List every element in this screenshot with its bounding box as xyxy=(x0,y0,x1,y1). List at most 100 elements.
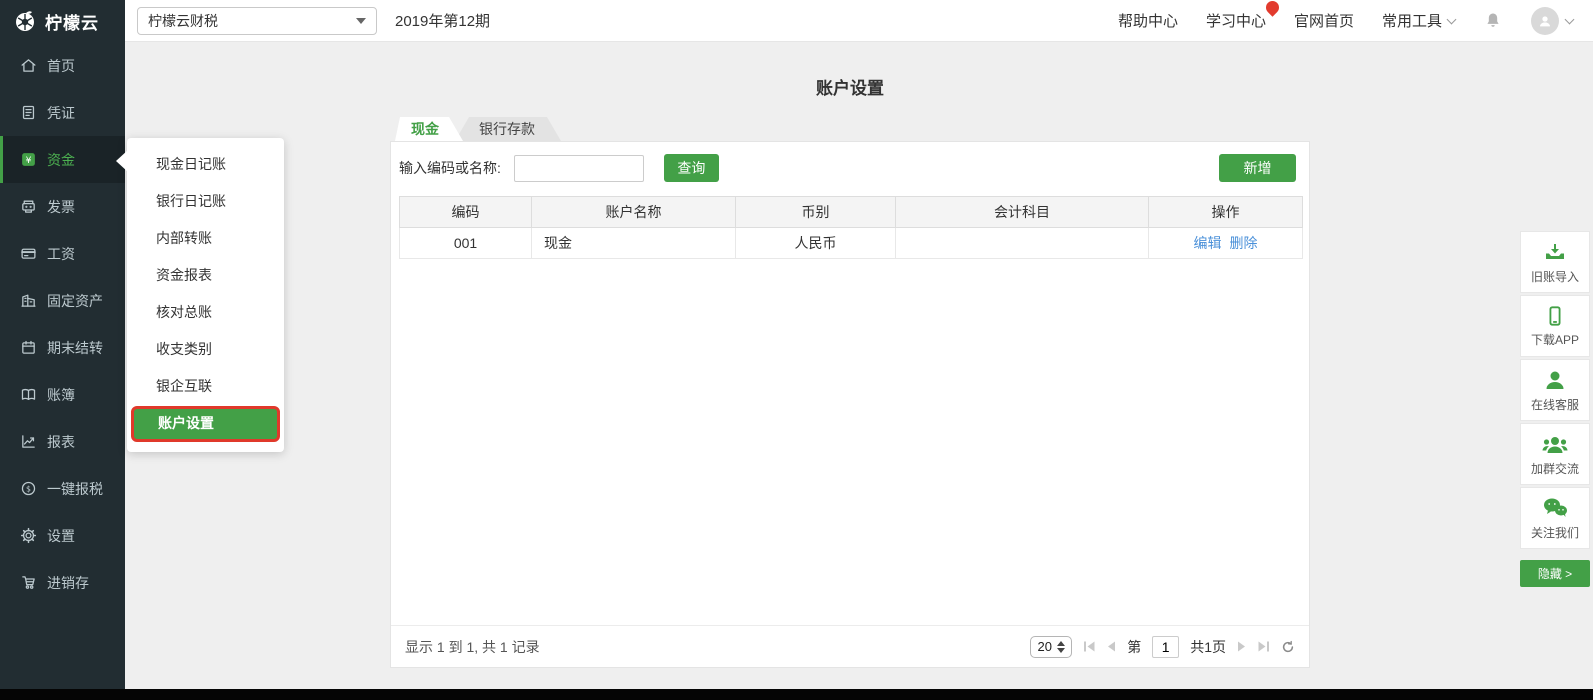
page-first-icon[interactable] xyxy=(1083,641,1096,652)
page-prev-icon[interactable] xyxy=(1107,641,1116,652)
tab-cash[interactable]: 现金 xyxy=(395,117,463,141)
settings-icon xyxy=(20,527,37,544)
sidebar-item-label: 设置 xyxy=(47,527,75,544)
chevron-down-icon xyxy=(1564,14,1575,24)
user-menu[interactable] xyxy=(1531,6,1575,35)
col-header-actions: 操作 xyxy=(1148,196,1303,228)
sidebar-item-settings[interactable]: 设置 xyxy=(0,512,125,559)
panel-toolbar: 输入编码或名称: 查询 新增 xyxy=(391,142,1309,194)
chevron-down-icon xyxy=(1446,14,1457,24)
product-select-value: 柠檬云财税 xyxy=(148,12,218,29)
tax-icon: $ xyxy=(20,480,37,497)
sidebar-item-label: 进销存 xyxy=(47,574,89,591)
query-button[interactable]: 查询 xyxy=(663,154,719,182)
submenu-item-cash-journal[interactable]: 现金日记账 xyxy=(127,146,284,183)
learn-center-link[interactable]: 学习中心 xyxy=(1206,0,1282,31)
cell-actions: 编辑 删除 xyxy=(1148,227,1303,259)
common-tools-label: 常用工具 xyxy=(1381,13,1442,30)
page-prefix-label: 第 xyxy=(1127,638,1142,655)
hot-badge xyxy=(1263,0,1282,17)
help-center-link[interactable]: 帮助中心 xyxy=(1118,10,1178,31)
hide-toolbar-button[interactable]: 隐藏 > xyxy=(1520,560,1590,587)
svg-text:¥: ¥ xyxy=(26,155,32,166)
common-tools-menu[interactable]: 常用工具 xyxy=(1381,10,1457,31)
total-pages-label: 共1页 xyxy=(1190,638,1226,655)
reports-icon xyxy=(20,433,37,450)
sidebar-item-label: 账簿 xyxy=(47,386,75,403)
sidebar-item-assets[interactable]: 固定资产 xyxy=(0,277,125,324)
page-next-icon[interactable] xyxy=(1237,641,1246,652)
page-size-select[interactable]: 20 xyxy=(1030,635,1073,658)
table-header-row: 编码 账户名称 币别 会计科目 操作 xyxy=(399,196,1303,228)
tab-bank-deposit[interactable]: 银行存款 xyxy=(455,117,561,141)
account-tabs: 现金 银行存款 xyxy=(395,117,561,141)
submenu-item-internal-transfer[interactable]: 内部转账 xyxy=(127,220,284,257)
home-icon xyxy=(20,57,37,74)
sidebar-item-reports[interactable]: 报表 xyxy=(0,418,125,465)
col-header-currency: 币别 xyxy=(735,196,896,228)
sidebar-item-voucher[interactable]: 凭证 xyxy=(0,89,125,136)
sidebar-item-label: 报表 xyxy=(47,433,75,450)
search-input[interactable] xyxy=(513,154,644,182)
import-icon xyxy=(1543,240,1567,264)
sidebar-item-books[interactable]: 账簿 xyxy=(0,371,125,418)
carryover-icon xyxy=(20,339,37,356)
submenu-item-bank-enterprise-link[interactable]: 银企互联 xyxy=(127,368,284,405)
wechat-icon xyxy=(1542,496,1568,520)
group-icon xyxy=(1542,432,1568,456)
cell-subject xyxy=(895,227,1149,259)
product-select[interactable]: 柠檬云财税 xyxy=(137,6,377,35)
sidebar-item-label: 期末结转 xyxy=(47,339,103,356)
sidebar-item-tax[interactable]: $ 一键报税 xyxy=(0,465,125,512)
invoice-icon xyxy=(20,198,37,215)
sidebar-item-invoice[interactable]: 发票 xyxy=(0,183,125,230)
cell-currency: 人民币 xyxy=(735,227,896,259)
delete-link[interactable]: 删除 xyxy=(1230,233,1258,253)
sidebar-item-carryover[interactable]: 期末结转 xyxy=(0,324,125,371)
refresh-icon[interactable] xyxy=(1281,640,1295,654)
funds-submenu: 现金日记账 银行日记账 内部转账 资金报表 核对总账 收支类别 银企互联 账户设… xyxy=(116,138,284,452)
topbar: 柠檬云财税 2019年第12期 帮助中心 学习中心 官网首页 常用工具 xyxy=(125,0,1593,42)
sidebar-item-label: 首页 xyxy=(47,57,75,74)
submenu-item-funds-report[interactable]: 资金报表 xyxy=(127,257,284,294)
rail-label: 加群交流 xyxy=(1530,461,1579,476)
page-size-value: 20 xyxy=(1037,639,1052,654)
add-button[interactable]: 新增 xyxy=(1219,154,1296,182)
page-number-input[interactable] xyxy=(1152,635,1180,658)
sidebar-item-label: 工资 xyxy=(47,245,75,262)
page-last-icon[interactable] xyxy=(1257,641,1270,652)
sidebar-item-inventory[interactable]: 进销存 xyxy=(0,559,125,606)
funds-icon: ¥ xyxy=(20,151,37,168)
rail-label: 关注我们 xyxy=(1530,525,1579,540)
sidebar-item-home[interactable]: 首页 xyxy=(0,42,125,89)
notification-bell-icon[interactable] xyxy=(1483,11,1503,31)
table-row: 001 现金 人民币 编辑 删除 xyxy=(399,227,1303,259)
col-header-code: 编码 xyxy=(399,196,532,228)
service-icon xyxy=(1543,368,1567,392)
join-group-button[interactable]: 加群交流 xyxy=(1520,423,1590,485)
brand-logo[interactable]: 柠檬云 xyxy=(0,0,125,42)
sidebar-item-label: 固定资产 xyxy=(47,292,103,309)
online-service-button[interactable]: 在线客服 xyxy=(1520,359,1590,421)
sidebar-item-label: 一键报税 xyxy=(47,480,103,497)
download-app-button[interactable]: 下载APP xyxy=(1520,295,1590,357)
pagination-bar: 显示 1 到 1, 共 1 记录 20 第 共1页 xyxy=(391,625,1309,667)
rail-label: 旧账导入 xyxy=(1530,269,1579,284)
submenu-item-bank-journal[interactable]: 银行日记账 xyxy=(127,183,284,220)
submenu-item-reconcile-ledger[interactable]: 核对总账 xyxy=(127,294,284,331)
follow-us-button[interactable]: 关注我们 xyxy=(1520,487,1590,549)
old-account-import-button[interactable]: 旧账导入 xyxy=(1520,231,1590,293)
sidebar-item-label: 发票 xyxy=(47,198,75,215)
sidebar-item-funds[interactable]: ¥ 资金 xyxy=(0,136,125,183)
books-icon xyxy=(20,386,37,403)
edit-link[interactable]: 编辑 xyxy=(1194,233,1222,253)
inventory-icon xyxy=(20,574,37,591)
sidebar-item-label: 凭证 xyxy=(47,104,75,121)
search-label: 输入编码或名称: xyxy=(399,160,501,176)
submenu-item-income-expense-category[interactable]: 收支类别 xyxy=(127,331,284,368)
avatar xyxy=(1531,6,1559,35)
official-site-link[interactable]: 官网首页 xyxy=(1294,10,1354,31)
bottom-bar xyxy=(0,689,1593,700)
sidebar-item-salary[interactable]: 工资 xyxy=(0,230,125,277)
submenu-item-account-settings[interactable]: 账户设置 xyxy=(131,406,280,442)
